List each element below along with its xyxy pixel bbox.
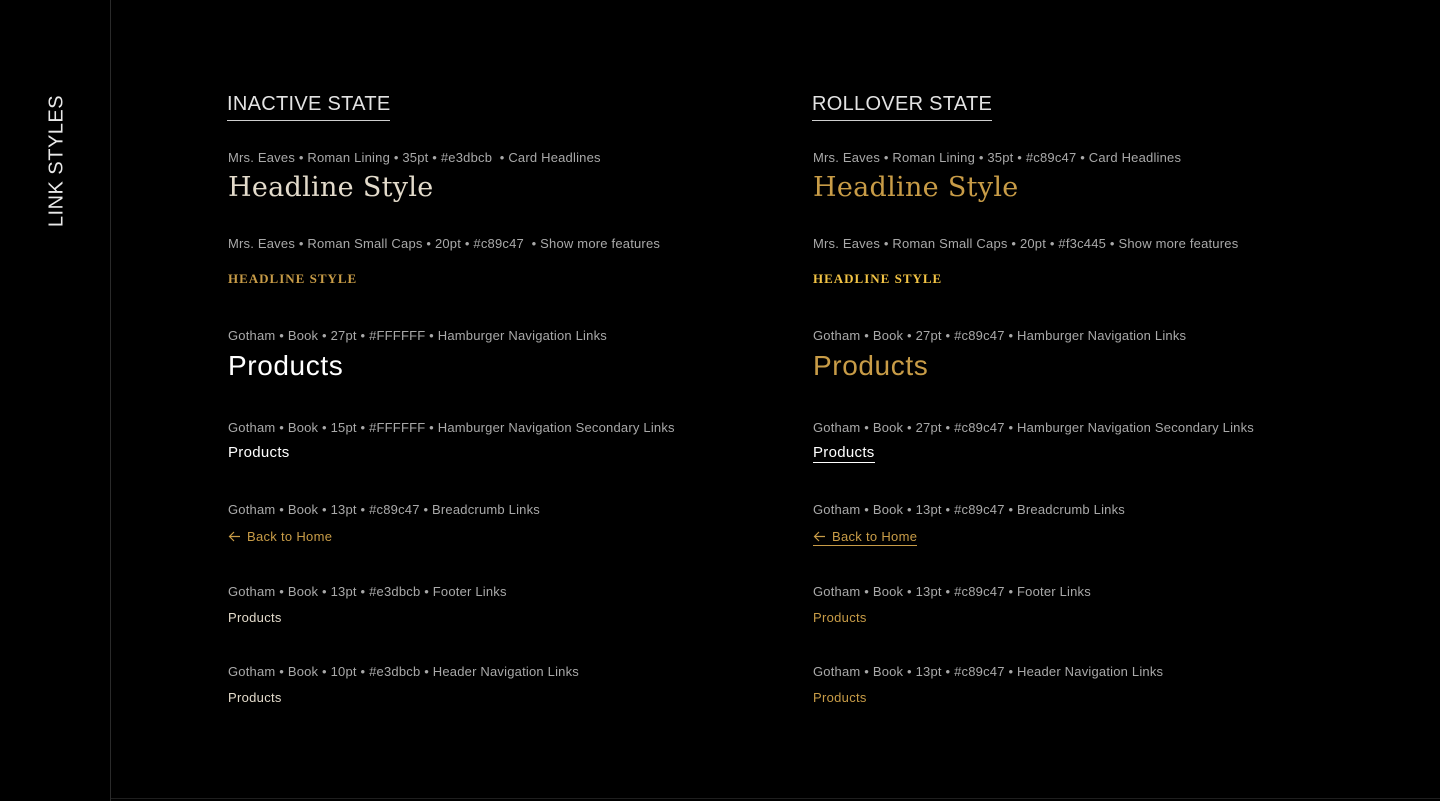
footer-link[interactable]: Products: [813, 610, 867, 625]
arrow-left-icon: [228, 531, 241, 542]
hamburger-nav-spec: Gotham • Book • 27pt • #FFFFFF • Hamburg…: [228, 328, 607, 343]
header-nav-spec: Gotham • Book • 13pt • #c89c47 • Header …: [813, 664, 1164, 679]
show-more-features-link[interactable]: HEADLINE STYLE: [228, 271, 357, 287]
breadcrumb-spec: Gotham • Book • 13pt • #c89c47 • Breadcr…: [813, 502, 1125, 517]
hamburger-nav-spec: Gotham • Book • 27pt • #c89c47 • Hamburg…: [813, 328, 1187, 343]
card-headline-link[interactable]: Headline Style: [228, 172, 434, 203]
header-nav-spec: Gotham • Book • 10pt • #e3dbcb • Header …: [228, 664, 579, 679]
header-nav-link[interactable]: Products: [228, 690, 282, 705]
breadcrumb-link[interactable]: Back to Home: [228, 529, 332, 544]
smallcaps-spec: Mrs. Eaves • Roman Small Caps • 20pt • #…: [813, 236, 1239, 251]
rollover-state-title: ROLLOVER STATE: [812, 93, 993, 121]
smallcaps-spec: Mrs. Eaves • Roman Small Caps • 20pt • #…: [228, 236, 661, 251]
breadcrumb-label: Back to Home: [247, 529, 333, 544]
breadcrumb-label: Back to Home: [832, 529, 918, 544]
breadcrumb-link[interactable]: Back to Home: [813, 529, 918, 546]
hamburger-secondary-spec: Gotham • Book • 27pt • #c89c47 • Hamburg…: [813, 420, 1255, 435]
hamburger-secondary-link[interactable]: Products: [813, 444, 875, 463]
rollover-state-column: ROLLOVER STATE Mrs. Eaves • Roman Lining…: [812, 0, 1373, 801]
card-headline-link[interactable]: Headline Style: [813, 172, 1019, 203]
hamburger-secondary-spec: Gotham • Book • 15pt • #FFFFFF • Hamburg…: [228, 420, 675, 435]
breadcrumb-spec: Gotham • Book • 13pt • #c89c47 • Breadcr…: [228, 502, 540, 517]
hamburger-secondary-label: Products: [813, 444, 875, 463]
footer-spec: Gotham • Book • 13pt • #c89c47 • Footer …: [813, 584, 1091, 599]
footer-spec: Gotham • Book • 13pt • #e3dbcb • Footer …: [228, 584, 507, 599]
inactive-state-column: INACTIVE STATE Mrs. Eaves • Roman Lining…: [227, 0, 788, 801]
show-more-features-link[interactable]: HEADLINE STYLE: [813, 271, 942, 287]
arrow-left-icon: [813, 531, 826, 542]
sidebar-title: LINK STYLES: [45, 94, 68, 228]
headline-spec: Mrs. Eaves • Roman Lining • 35pt • #c89c…: [813, 150, 1182, 165]
hamburger-nav-link[interactable]: Products: [813, 350, 928, 382]
headline-spec: Mrs. Eaves • Roman Lining • 35pt • #e3db…: [228, 150, 601, 165]
hamburger-nav-link[interactable]: Products: [228, 350, 343, 382]
sidebar: LINK STYLES: [0, 0, 111, 801]
hamburger-secondary-link[interactable]: Products: [228, 444, 290, 461]
inactive-state-title: INACTIVE STATE: [227, 93, 391, 121]
header-nav-link[interactable]: Products: [813, 690, 867, 705]
footer-link[interactable]: Products: [228, 610, 282, 625]
